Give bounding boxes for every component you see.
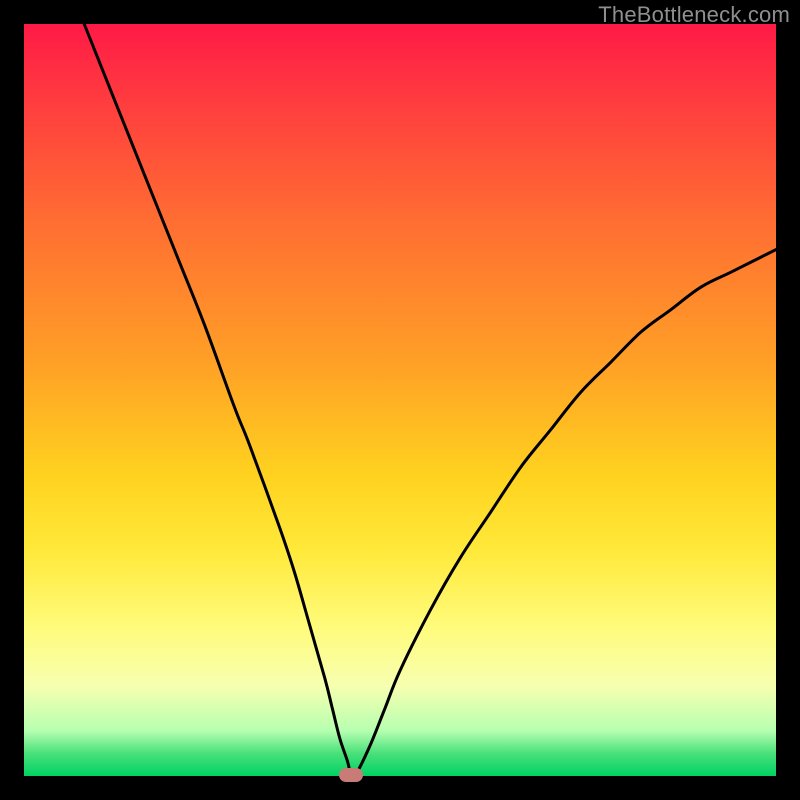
chart-frame: { "watermark": "TheBottleneck.com", "col… xyxy=(0,0,800,800)
bottleneck-curve xyxy=(24,24,776,776)
plot-area xyxy=(24,24,776,776)
optimal-point-marker xyxy=(339,768,363,782)
